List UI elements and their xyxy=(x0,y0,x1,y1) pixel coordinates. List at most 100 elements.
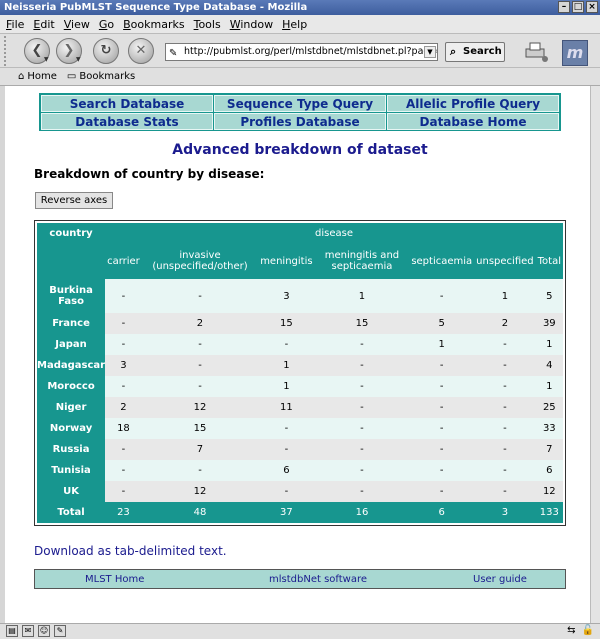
table-cell: 15 xyxy=(141,418,259,439)
table-cell: 1 xyxy=(535,376,563,397)
url-field[interactable]: ✎ http://pubmlst.org/perl/mlstdbnet/mlst… xyxy=(165,43,438,61)
table-cell: - xyxy=(314,418,410,439)
footer-mlstdbnet-software[interactable]: mlstdbNet software xyxy=(269,574,367,585)
minimize-icon[interactable]: – xyxy=(558,1,570,13)
table-cell: - xyxy=(409,439,475,460)
table-cell: - xyxy=(474,418,536,439)
row-header: Niger xyxy=(37,397,106,418)
page-icon: ✎ xyxy=(169,48,178,59)
toolbar-grip[interactable] xyxy=(4,36,10,66)
mail-icon[interactable]: ✉ xyxy=(22,625,34,637)
nav-profiles-database[interactable]: Profiles Database xyxy=(214,113,386,130)
row-header: Burkina Faso xyxy=(37,279,106,313)
menu-file[interactable]: File xyxy=(6,18,24,31)
table-cell: - xyxy=(105,376,142,397)
personal-toolbar: ⌂ Home ▭ Bookmarks xyxy=(0,68,600,86)
table-cell: - xyxy=(105,439,142,460)
menu-help[interactable]: Help xyxy=(282,18,307,31)
bookmarks-folder[interactable]: ▭ Bookmarks xyxy=(67,71,135,82)
table-cell: 2 xyxy=(105,397,142,418)
table-cell: - xyxy=(474,355,536,376)
column-header: meningitis xyxy=(258,243,315,279)
security-lock-icon[interactable]: 🔓 xyxy=(582,625,594,636)
menu-view[interactable]: View xyxy=(64,18,90,31)
forward-dropdown-icon[interactable]: ▼ xyxy=(76,56,81,63)
table-cell: 6 xyxy=(535,460,563,481)
composer-icon[interactable]: ✎ xyxy=(54,625,66,637)
row-header: France xyxy=(37,313,106,334)
table-cell: - xyxy=(409,418,475,439)
home-icon: ⌂ xyxy=(18,71,25,82)
reverse-axes-button[interactable]: Reverse axes xyxy=(35,192,113,209)
status-bar: ▤ ✉ ☺ ✎ ⇆ 🔓 xyxy=(0,623,600,639)
menu-edit[interactable]: Edit xyxy=(33,18,54,31)
total-cell: 133 xyxy=(535,502,563,523)
nav-database-home[interactable]: Database Home xyxy=(387,113,559,130)
mozilla-logo[interactable]: m xyxy=(562,40,588,66)
row-axis-header: country xyxy=(37,223,106,279)
status-indicators: ⇆ 🔓 xyxy=(567,625,594,636)
nav-sequence-type-query[interactable]: Sequence Type Query xyxy=(214,95,386,112)
nav-search-database[interactable]: Search Database xyxy=(41,95,213,112)
table-cell: - xyxy=(105,481,142,502)
table-cell: - xyxy=(474,334,536,355)
table-cell: - xyxy=(474,481,536,502)
row-header: Morocco xyxy=(37,376,106,397)
row-header: Russia xyxy=(37,439,106,460)
page-content: Search Database Sequence Type Query Alle… xyxy=(5,86,590,623)
table-cell: - xyxy=(409,460,475,481)
row-header: UK xyxy=(37,481,106,502)
nav-allelic-profile-query[interactable]: Allelic Profile Query xyxy=(387,95,559,112)
table-cell: 7 xyxy=(535,439,563,460)
search-button[interactable]: ⌕ Search xyxy=(445,42,505,62)
vertical-scrollbar[interactable] xyxy=(590,86,600,623)
table-cell: 15 xyxy=(258,313,315,334)
total-cell: 23 xyxy=(105,502,142,523)
table-cell: - xyxy=(141,376,259,397)
table-row: Norway 18 15- - - -33 xyxy=(37,418,563,439)
stop-icon[interactable]: ✕ xyxy=(128,38,154,64)
table-cell: 12 xyxy=(535,481,563,502)
row-header: Norway xyxy=(37,418,106,439)
table-cell: 1 xyxy=(474,279,536,313)
table-cell: 39 xyxy=(535,313,563,334)
table-cell: - xyxy=(141,355,259,376)
window-controls: – □ × xyxy=(558,1,598,13)
menu-tools[interactable]: Tools xyxy=(194,18,221,31)
table-cell: 2 xyxy=(141,313,259,334)
table-cell: 12 xyxy=(141,481,259,502)
reload-icon[interactable]: ↻ xyxy=(93,38,119,64)
table-row: Burkina Faso - -3 1-1 5 xyxy=(37,279,563,313)
column-header: meningitis and septicaemia xyxy=(314,243,410,279)
menu-go[interactable]: Go xyxy=(99,18,114,31)
table-cell: - xyxy=(314,376,410,397)
menu-bookmarks[interactable]: Bookmarks xyxy=(123,18,184,31)
table-cell: - xyxy=(258,439,315,460)
table-cell: - xyxy=(105,460,142,481)
table-cell: 15 xyxy=(314,313,410,334)
table-cell: - xyxy=(105,279,142,313)
menu-window[interactable]: Window xyxy=(230,18,273,31)
chat-icon[interactable]: ☺ xyxy=(38,625,50,637)
close-icon[interactable]: × xyxy=(586,1,598,13)
table-cell: - xyxy=(409,279,475,313)
total-cell: 3 xyxy=(474,502,536,523)
col-axis-header: disease xyxy=(105,223,563,243)
download-link[interactable]: Download as tab-delimited text. xyxy=(34,544,227,558)
footer-user-guide[interactable]: User guide xyxy=(473,574,527,585)
footer-mlst-home[interactable]: MLST Home xyxy=(85,574,144,585)
navigator-icon[interactable]: ▤ xyxy=(6,625,18,637)
table-cell: 4 xyxy=(535,355,563,376)
print-icon[interactable] xyxy=(523,40,549,62)
table-cell: - xyxy=(105,334,142,355)
home-bookmark[interactable]: ⌂ Home xyxy=(18,71,57,82)
table-cell: - xyxy=(474,460,536,481)
maximize-icon[interactable]: □ xyxy=(572,1,584,13)
url-dropdown-icon[interactable]: ▼ xyxy=(424,46,436,58)
table-cell: - xyxy=(409,376,475,397)
table-row: Madagascar 3-1- - -4 xyxy=(37,355,563,376)
nav-database-stats[interactable]: Database Stats xyxy=(41,113,213,130)
table-cell: 1 xyxy=(258,355,315,376)
table-row: France -2 15 15 5 2 39 xyxy=(37,313,563,334)
back-dropdown-icon[interactable]: ▼ xyxy=(44,56,49,63)
